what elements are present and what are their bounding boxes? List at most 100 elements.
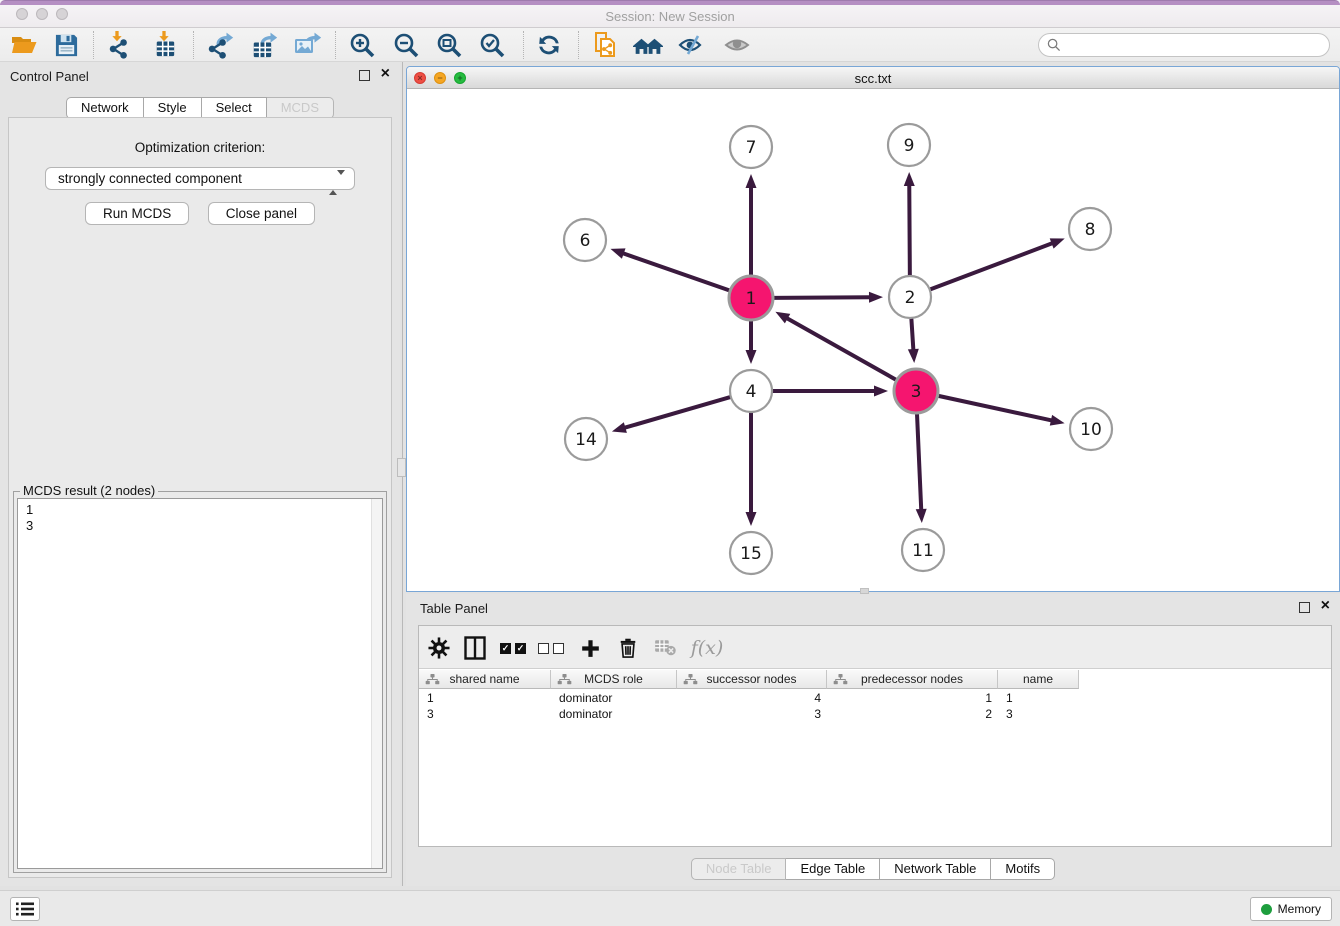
select-all-icon: ✓✓ [500,643,526,654]
add-column-button[interactable] [576,635,604,661]
import-network-icon [106,31,134,59]
search-input[interactable] [1065,38,1329,53]
import-table-button[interactable] [149,31,181,59]
graph-edge-3-11[interactable] [917,414,921,511]
graph-node-label: 6 [580,231,591,251]
graph-edge-2-8[interactable] [931,243,1054,289]
status-bar: Memory [0,890,1340,926]
mcds-panel: Optimization criterion: strongly connect… [8,117,392,878]
zoom-fit-icon [436,32,463,59]
tab-network[interactable]: Network [66,97,144,119]
hide-selected-button[interactable] [676,31,708,59]
network-canvas[interactable]: 1234678910111415 [407,89,1339,591]
fx-icon: f(x) [691,637,724,659]
format-columns-button[interactable] [461,635,489,661]
select-all-button[interactable]: ✓✓ [499,635,527,661]
column-header-mcds-role[interactable]: MCDS role [551,670,677,689]
tab-node-table[interactable]: Node Table [691,858,787,880]
tree-icon [557,674,572,685]
table-tabs: Node TableEdge TableNetwork TableMotifs [406,858,1340,880]
graph-edge-4-14[interactable] [623,397,729,428]
tab-select[interactable]: Select [202,97,267,119]
column-header-name[interactable]: name [998,670,1079,689]
first-neighbors-button[interactable] [632,31,664,59]
function-builder-button[interactable]: f(x) [687,635,727,661]
export-table-button[interactable] [247,31,279,59]
tab-edge-table[interactable]: Edge Table [786,858,880,880]
graph-node-label: 3 [911,382,922,402]
tab-motifs[interactable]: Motifs [991,858,1055,880]
memory-label: Memory [1278,902,1321,916]
clone-network-button[interactable] [589,31,621,59]
network-window-titlebar[interactable]: × − + scc.txt [407,67,1339,89]
control-panel-title: Control Panel [10,69,89,84]
import-network-button[interactable] [104,31,136,59]
result-line: 3 [26,518,382,534]
tab-mcds[interactable]: MCDS [267,97,334,119]
table-close-icon[interactable]: × [1321,598,1330,614]
apply-layout-button[interactable] [533,31,565,59]
node-table: ✓✓ [418,625,1332,847]
export-network-button[interactable] [204,31,236,59]
window-titlebar: Session: New Session [0,0,1340,28]
graph-edge-arrowhead [874,386,888,397]
graph-edge-2-3[interactable] [911,319,913,351]
main-toolbar [0,28,1340,62]
graph-node-label: 8 [1085,220,1096,240]
run-mcds-button[interactable]: Run MCDS [85,202,189,225]
zoom-out-button[interactable] [390,31,422,59]
memory-button[interactable]: Memory [1250,897,1332,921]
float-panel-icon[interactable] [359,70,370,81]
search-field[interactable] [1038,33,1330,57]
eye-icon [723,33,751,57]
save-session-button[interactable] [50,31,82,59]
search-icon [1047,38,1061,52]
graph-node-label: 10 [1080,420,1102,440]
delete-table-button[interactable] [651,635,679,661]
unselect-all-icon [538,643,564,654]
titlebar-accent [0,0,1340,5]
close-panel-button[interactable]: Close panel [208,202,315,225]
tab-network-table[interactable]: Network Table [880,858,991,880]
zoom-out-icon [393,32,420,59]
graph-edge-3-10[interactable] [938,396,1052,421]
column-header-successor-nodes[interactable]: successor nodes [677,670,827,689]
save-icon [54,33,79,58]
graph-edge-3-1[interactable] [786,318,896,380]
column-header-predecessor-nodes[interactable]: predecessor nodes [827,670,998,689]
graph-edge-arrowhead [775,312,790,324]
table-panel: Table Panel × [406,594,1340,886]
close-panel-icon[interactable]: × [381,66,390,82]
graph-edge-arrowhead [610,248,625,258]
graph-edge-1-6[interactable] [622,253,729,291]
table-row[interactable]: 3 dominator 3 2 3 [419,706,1079,722]
column-header-shared-name[interactable]: shared name [419,670,551,689]
graph-node-label: 7 [746,138,757,158]
export-image-button[interactable] [291,31,323,59]
graph-edge-1-2[interactable] [774,297,871,298]
task-history-button[interactable] [10,897,40,921]
criterion-dropdown[interactable]: strongly connected component [45,167,355,190]
mcds-result-text[interactable]: 1 3 [17,498,383,869]
show-graphics-details-button[interactable] [721,31,753,59]
table-row[interactable]: 1 dominator 4 1 1 [419,690,1079,706]
table-settings-button[interactable] [425,635,453,661]
delete-column-button[interactable] [614,635,642,661]
open-folder-icon [11,32,37,58]
zoom-fit-button[interactable] [433,31,465,59]
tab-style[interactable]: Style [144,97,202,119]
delete-table-icon [653,638,677,658]
graph-node-label: 2 [905,288,916,308]
graph-node-label: 15 [740,544,762,564]
open-folder-button[interactable] [8,31,40,59]
graph-edge-arrowhead [746,174,757,188]
table-float-icon[interactable] [1299,602,1310,613]
result-scrollbar[interactable] [371,499,382,868]
graph-edge-2-9[interactable] [909,184,910,275]
zoom-in-button[interactable] [346,31,378,59]
graph-node-label: 1 [746,289,757,309]
splitter-grip[interactable] [397,458,406,477]
unselect-all-button[interactable] [537,635,565,661]
zoom-selected-button[interactable] [476,31,508,59]
graph-edge-arrowhead [1050,415,1065,426]
